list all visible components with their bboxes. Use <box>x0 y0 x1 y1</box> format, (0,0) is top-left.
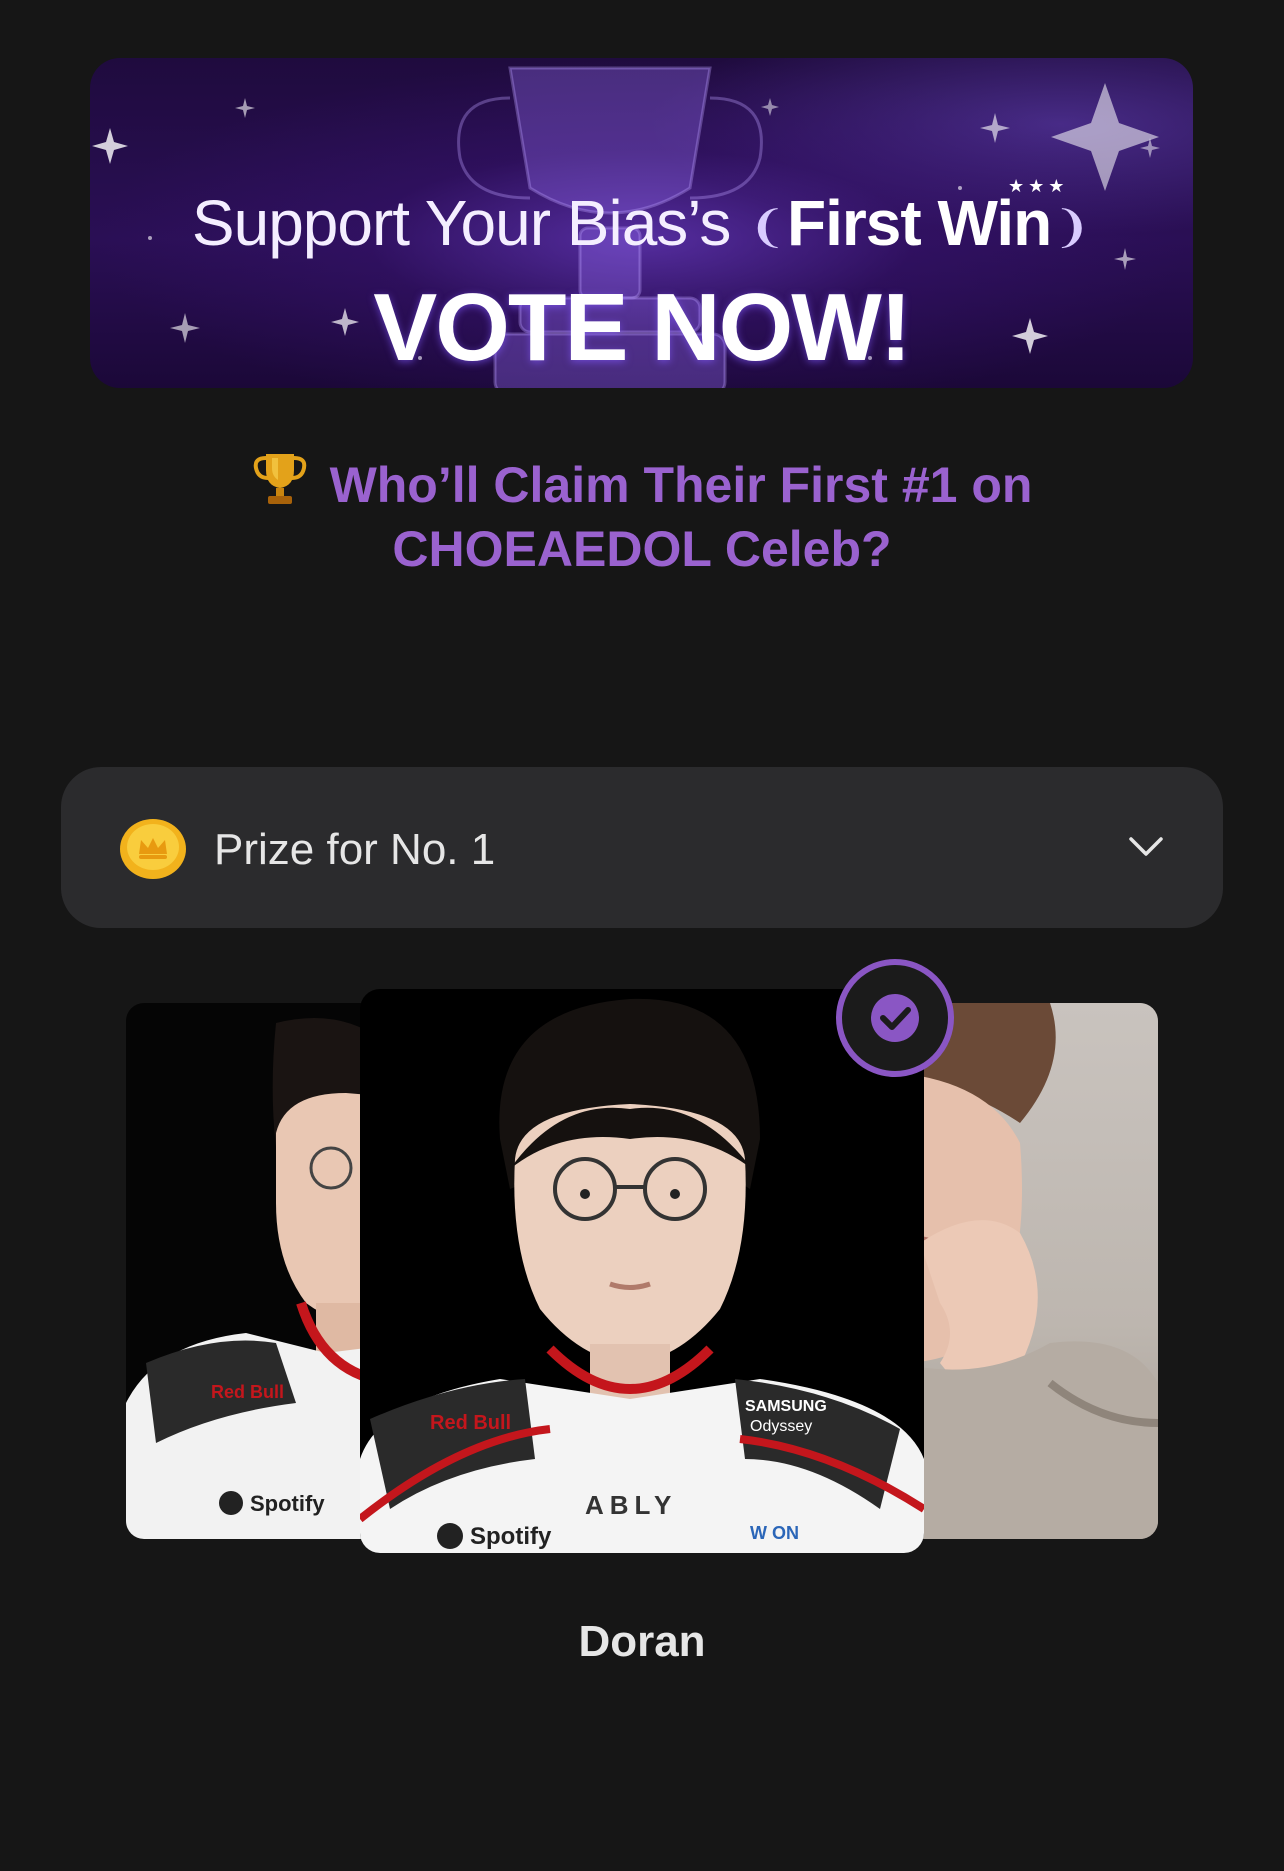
candidate-card-next[interactable] <box>900 1003 1158 1539</box>
jersey-sponsor-odyssey: Odyssey <box>750 1418 812 1435</box>
chevron-down-icon[interactable] <box>1128 833 1164 861</box>
banner-title: Support Your Bias’s ❨First Win❩ <box>90 188 1193 263</box>
prize-label: Prize for No. 1 <box>214 825 496 874</box>
candidate-photo-previous: Red Bull Spotify <box>126 1018 386 1539</box>
jersey-sponsor-samsung: SAMSUNG <box>745 1398 827 1415</box>
check-circle-icon <box>836 959 954 1077</box>
jersey-sponsor-spotify: Spotify <box>470 1523 552 1550</box>
banner-title-highlight: First Win <box>787 187 1052 259</box>
candidate-photo-next <box>900 1003 1158 1539</box>
laurel-right-icon: ❩ <box>1053 203 1090 253</box>
jersey-sponsor-ably: ABLY <box>585 1490 677 1520</box>
vote-banner[interactable]: ★★★ Support Your Bias’s ❨First Win❩ VOTE… <box>90 58 1193 388</box>
banner-title-text: Support Your Bias’s <box>191 187 731 259</box>
candidate-card-previous[interactable]: Red Bull Spotify <box>126 1003 386 1539</box>
page-headline: Who’ll Claim Their First #1 on CHOEAEDOL… <box>140 450 1144 581</box>
banner-cta: VOTE NOW! <box>373 274 912 381</box>
selected-candidate-name: Doran <box>578 1617 706 1666</box>
coin-icon <box>120 819 186 879</box>
jersey-sponsor-redbull: Red Bull <box>430 1412 511 1434</box>
headline-text: Who’ll Claim Their First #1 on CHOEAEDOL… <box>329 457 1033 577</box>
jersey-sponsor-redbull: Red Bull <box>211 1382 284 1402</box>
jersey-sponsor-won: W ON <box>750 1523 799 1543</box>
jersey-sponsor-spotify: Spotify <box>250 1491 325 1516</box>
trophy-icon <box>253 454 306 504</box>
laurel-left-icon: ❨ <box>749 203 786 253</box>
